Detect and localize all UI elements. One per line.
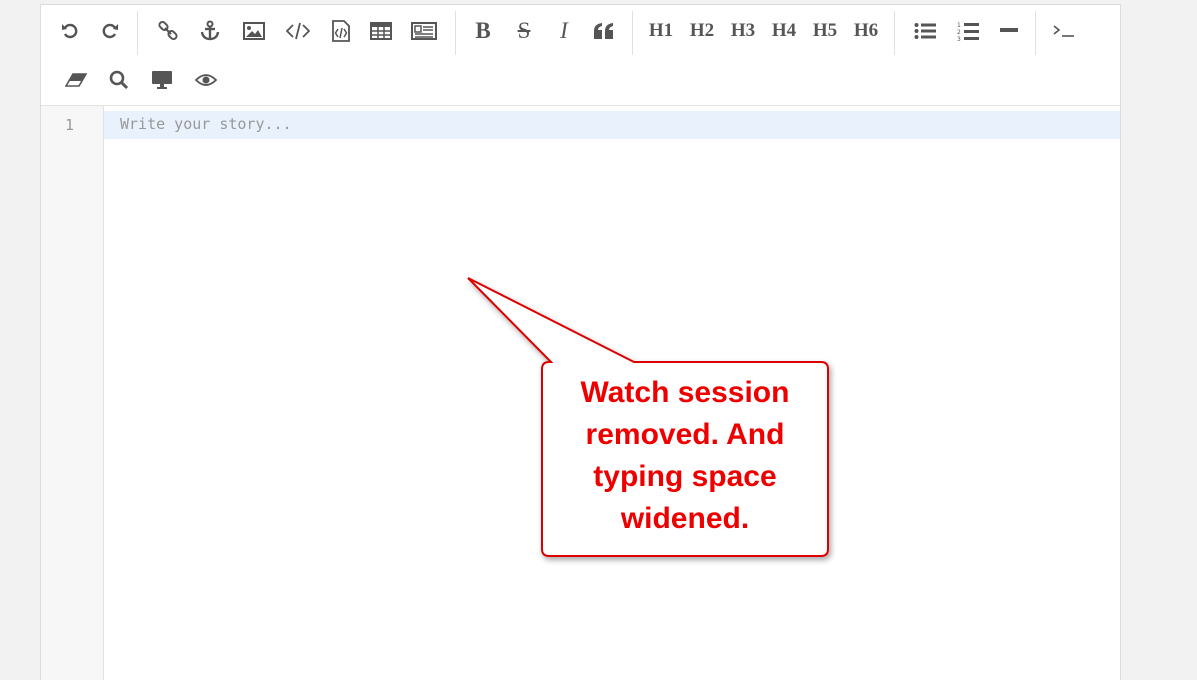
undo-button[interactable] [53,14,87,48]
code-icon [286,22,310,40]
strikethrough-label: S [517,18,531,43]
quote-icon [594,23,613,39]
editor-textarea[interactable]: Write your story... [120,115,292,133]
horizontal-rule-button[interactable] [992,14,1026,48]
table-icon [370,22,392,40]
preview-button[interactable] [189,63,223,97]
callout-line: Watch session [580,376,790,409]
heading1-label: H1 [648,20,674,41]
anchor-icon [200,20,220,41]
unordered-list-button[interactable] [908,14,942,48]
line-number: 1 [65,116,75,134]
undo-icon [62,23,78,39]
callout-line: removed. And [585,418,785,451]
quote-button[interactable] [587,14,621,48]
bold-label: B [475,18,491,43]
heading2-button[interactable]: H2 [685,14,719,48]
redo-button[interactable] [93,14,127,48]
layout-button[interactable] [407,14,441,48]
heading2-label: H2 [689,20,715,41]
heading5-button[interactable]: H5 [808,14,842,48]
bold-button[interactable]: B [466,14,500,48]
search-icon [109,70,129,90]
table-button[interactable] [364,14,398,48]
heading3-label: H3 [730,20,756,41]
code-file-icon [332,20,350,42]
heading4-button[interactable]: H4 [767,14,801,48]
callout-line: typing space [593,460,777,493]
line-number-gutter: 1 [41,106,104,680]
heading3-button[interactable]: H3 [726,14,760,48]
toolbar-separator [632,11,633,55]
svg-text:3: 3 [957,36,961,41]
horizontal-rule-icon [1000,28,1018,32]
image-button[interactable] [237,14,271,48]
eye-icon [195,74,217,86]
italic-button[interactable]: I [547,14,581,48]
anchor-button[interactable] [193,14,227,48]
heading6-button[interactable]: H6 [849,14,883,48]
eraser-button[interactable] [59,63,93,97]
markdown-editor: B S I H1 H2 H3 H4 H5 H6 123 1 Write your… [40,4,1121,680]
svg-text:2: 2 [957,29,961,36]
image-icon [243,22,265,40]
toolbar-separator [1035,11,1036,55]
code-block-button[interactable] [324,14,358,48]
editor-toolbar: B S I H1 H2 H3 H4 H5 H6 123 [41,5,1120,106]
layout-icon [411,22,437,40]
strikethrough-button[interactable]: S [507,14,541,48]
heading1-button[interactable]: H1 [644,14,678,48]
callout-line: widened. [620,502,750,535]
toolbar-separator [894,11,895,55]
heading5-label: H5 [812,20,838,41]
toolbar-separator [455,11,456,55]
svg-text:1: 1 [957,22,961,29]
ordered-list-button[interactable]: 123 [951,14,985,48]
link-button[interactable] [151,14,185,48]
toolbar-separator [137,11,138,55]
heading4-label: H4 [771,20,797,41]
code-button[interactable] [281,14,315,48]
fullscreen-button[interactable] [145,63,179,97]
terminal-icon [1053,25,1074,37]
eraser-icon [65,73,87,87]
ordered-list-icon: 123 [957,22,979,41]
terminal-button[interactable] [1047,14,1081,48]
unordered-list-icon [914,23,936,39]
search-button[interactable] [102,63,136,97]
desktop-icon [152,71,172,89]
redo-icon [102,23,118,39]
italic-label: I [560,18,568,43]
callout-text: Watch session removed. And typing space … [546,372,824,540]
link-icon [158,20,178,41]
heading6-label: H6 [853,20,879,41]
